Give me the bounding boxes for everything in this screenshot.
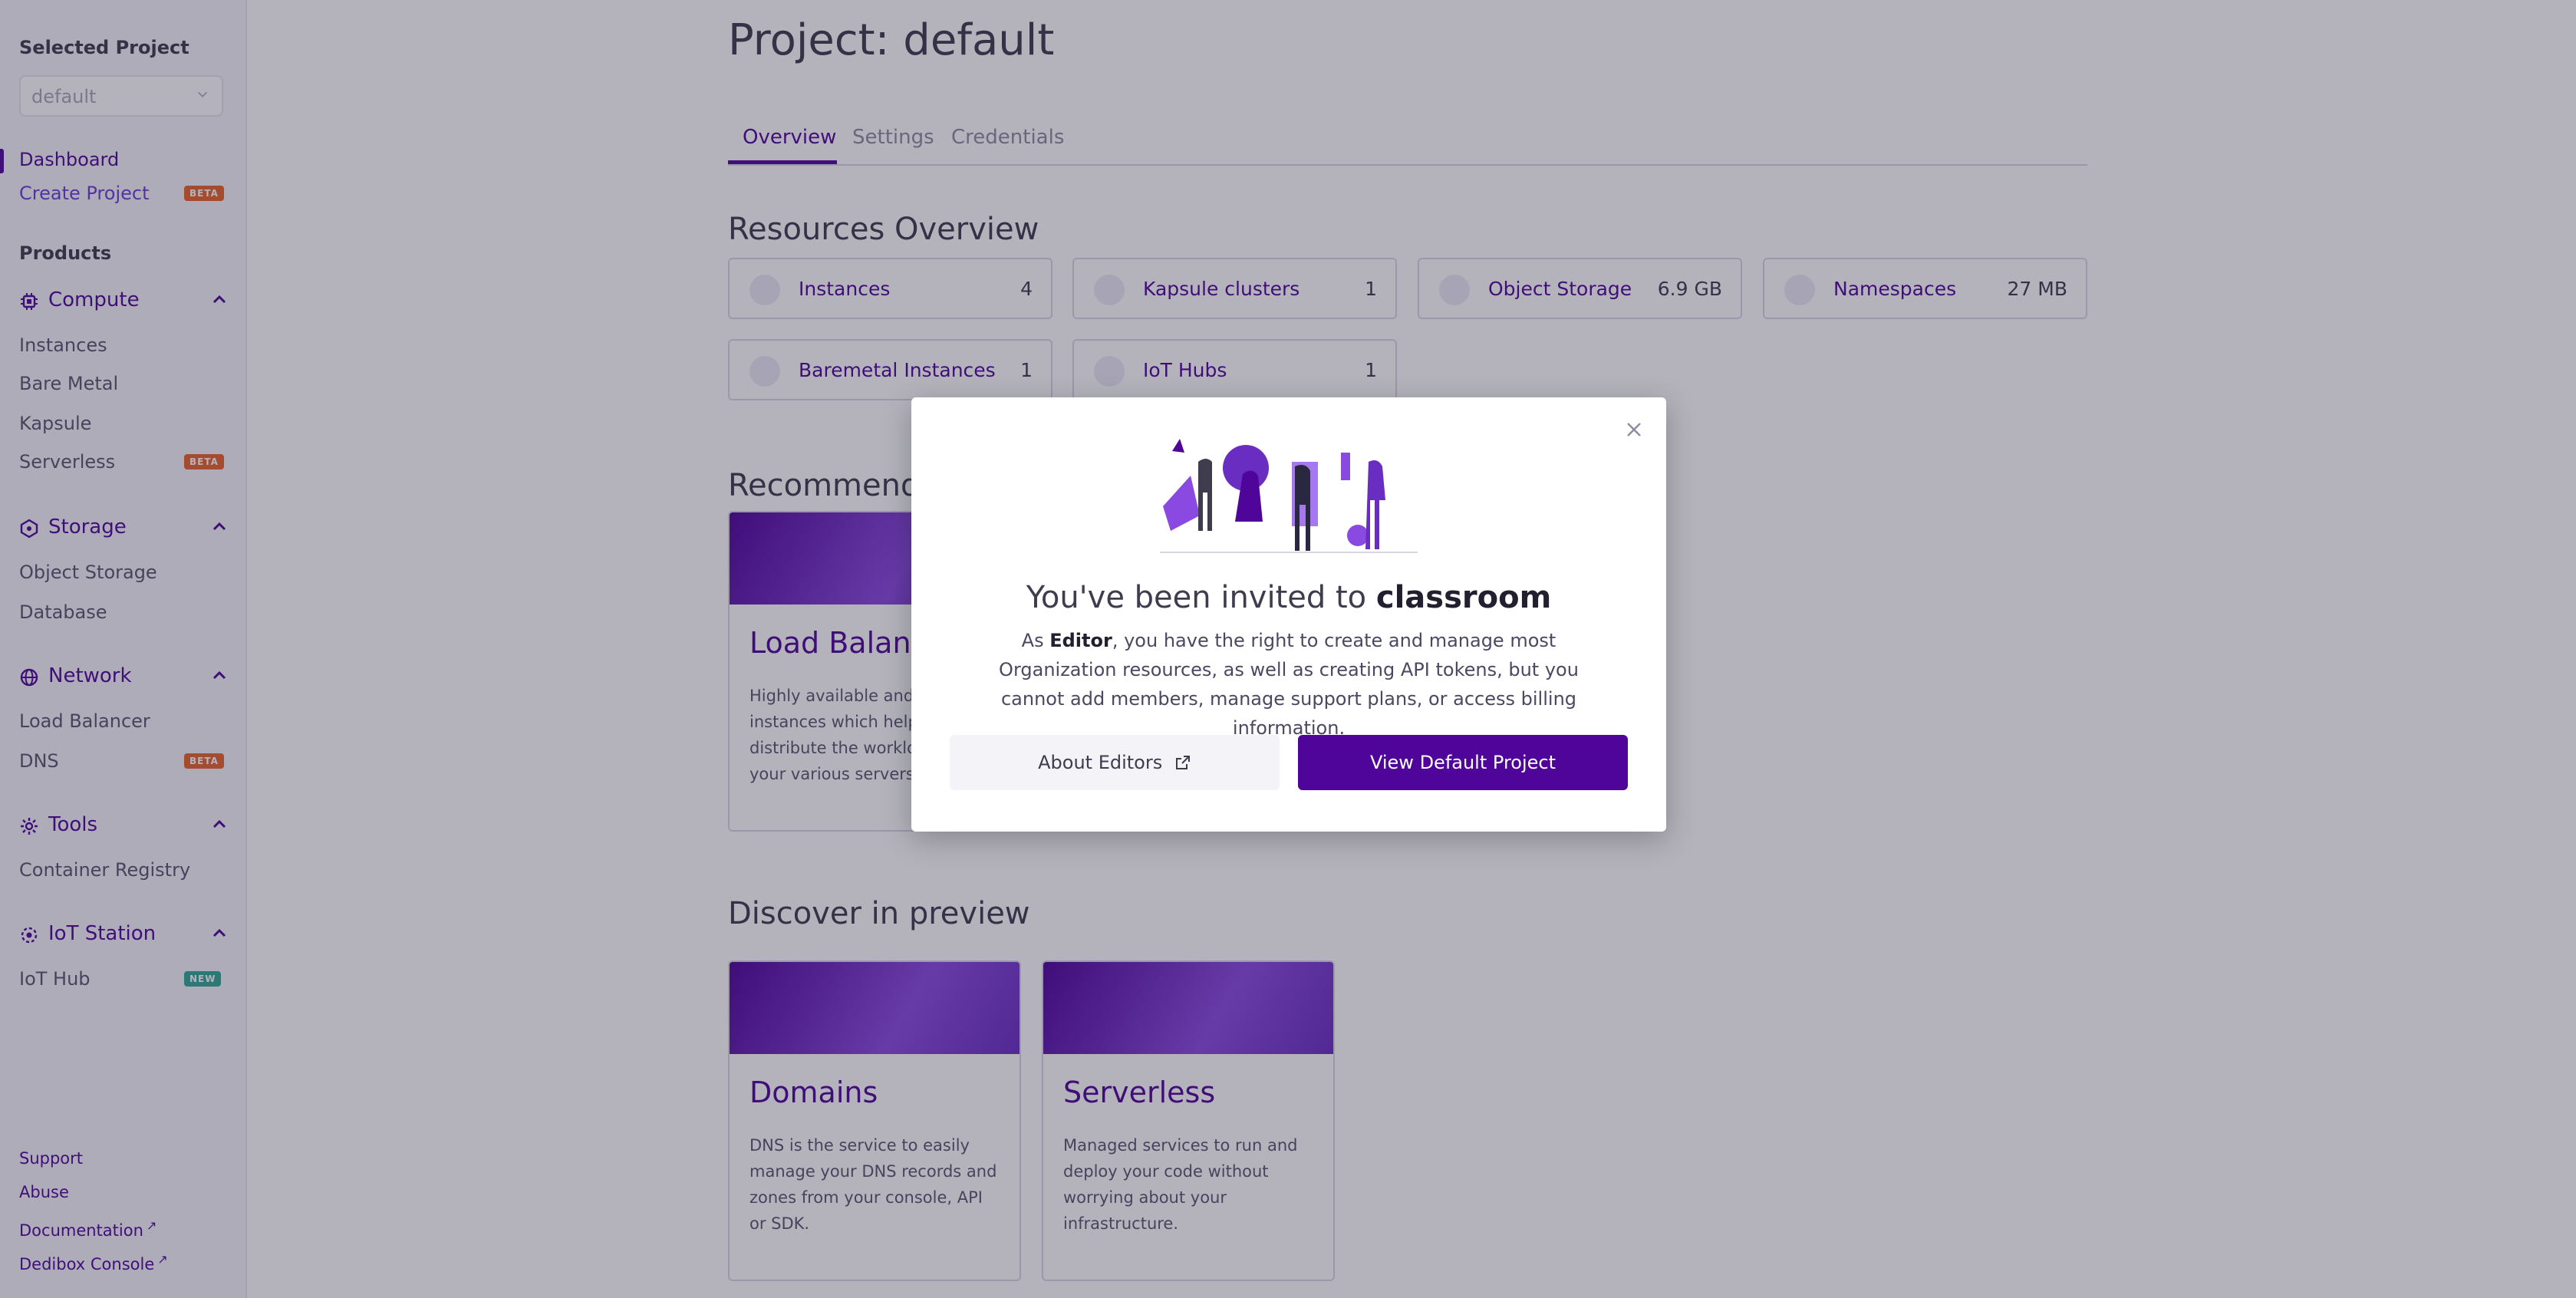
- desc-prefix: As: [1021, 630, 1044, 651]
- modal-title: You've been invited to classroom: [911, 580, 1666, 615]
- button-label: About Editors: [950, 752, 1280, 773]
- external-link-icon: [1175, 756, 1190, 769]
- about-editors-label: About Editors: [1038, 752, 1163, 773]
- close-icon[interactable]: [1623, 419, 1645, 440]
- button-label: View Default Project: [1369, 752, 1556, 773]
- role-name: Editor: [1049, 630, 1112, 651]
- organization-name: classroom: [1375, 580, 1552, 615]
- view-default-project-button[interactable]: View Default Project: [1298, 735, 1628, 790]
- team-illustration: [1160, 439, 1418, 553]
- modal-title-prefix: You've been invited to: [1026, 580, 1367, 615]
- modal-description: As Editor, you have the right to create …: [973, 626, 1605, 743]
- about-editors-button[interactable]: About Editors: [950, 735, 1280, 790]
- invitation-modal: You've been invited to classroom As Edit…: [911, 397, 1666, 832]
